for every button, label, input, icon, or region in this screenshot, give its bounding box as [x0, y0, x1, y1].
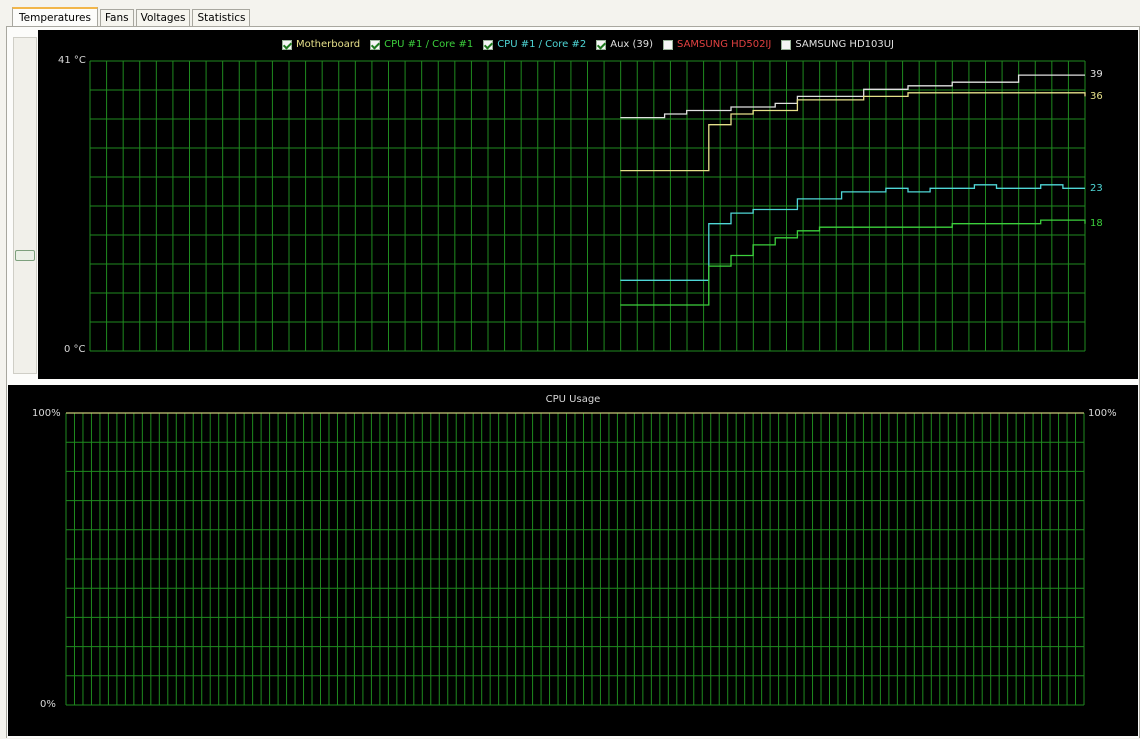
time-scale-slider[interactable] — [13, 37, 37, 374]
cpu-usage-chart: CPU Usage 100% 0% 100% — [8, 385, 1138, 736]
legend-item-aux[interactable]: Aux (39) — [596, 39, 653, 50]
legend-item-samsung-hd502ij[interactable]: SAMSUNG HD502IJ — [663, 39, 771, 50]
end-label-cpu-core-2: 23 — [1090, 183, 1103, 194]
checkbox-samsung-hd502ij[interactable] — [663, 39, 674, 50]
checkbox-cpu-core-2[interactable] — [483, 39, 494, 50]
slider-thumb[interactable] — [15, 250, 35, 261]
checkbox-motherboard[interactable] — [281, 39, 292, 50]
legend-label-cpu-core-2: CPU #1 / Core #2 — [497, 39, 587, 50]
cpu-y-axis-max-label: 100% — [32, 408, 61, 419]
legend-item-cpu-core-2[interactable]: CPU #1 / Core #2 — [483, 39, 586, 50]
checkbox-aux[interactable] — [596, 39, 607, 50]
checkbox-samsung-hd103uj[interactable] — [781, 39, 792, 50]
cpu-usage-title: CPU Usage — [545, 394, 601, 405]
tab-fans[interactable]: Fans — [99, 9, 134, 27]
checkbox-cpu-core-1[interactable] — [370, 39, 381, 50]
cpu-usage-plot — [65, 412, 1085, 706]
temperature-plot — [89, 60, 1086, 352]
legend-label-aux: Aux (39) — [610, 39, 654, 50]
legend-label-motherboard: Motherboard — [295, 39, 361, 50]
temperature-legend: Motherboard CPU #1 / Core #1 CPU #1 / Co… — [38, 39, 1138, 50]
legend-item-samsung-hd103uj[interactable]: SAMSUNG HD103UJ — [781, 39, 894, 50]
tab-strip: Temperatures Fans Voltages Statistics — [12, 7, 252, 28]
legend-label-samsung-hd502ij: SAMSUNG HD502IJ — [677, 39, 772, 50]
tab-temperatures[interactable]: Temperatures — [12, 7, 98, 28]
temperature-chart: Motherboard CPU #1 / Core #1 CPU #1 / Co… — [38, 30, 1138, 379]
legend-label-cpu-core-1: CPU #1 / Core #1 — [384, 39, 474, 50]
cpu-usage-grid — [65, 412, 1085, 706]
cpu-right-axis-label: 100% — [1088, 408, 1117, 419]
tab-statistics[interactable]: Statistics — [192, 9, 251, 27]
y-axis-max-label: 41 °C — [58, 55, 86, 66]
legend-label-samsung-hd103uj: SAMSUNG HD103UJ — [795, 39, 894, 50]
tab-voltages[interactable]: Voltages — [135, 9, 191, 27]
end-label-cpu-core-1: 18 — [1090, 218, 1103, 229]
end-label-aux: 39 — [1090, 69, 1103, 80]
temperature-grid — [89, 60, 1086, 352]
legend-item-motherboard[interactable]: Motherboard — [281, 39, 361, 50]
legend-item-cpu-core-1[interactable]: CPU #1 / Core #1 — [370, 39, 473, 50]
cpu-y-axis-min-label: 0% — [40, 699, 56, 710]
y-axis-min-label: 0 °C — [64, 344, 86, 355]
end-label-motherboard: 36 — [1090, 91, 1103, 102]
